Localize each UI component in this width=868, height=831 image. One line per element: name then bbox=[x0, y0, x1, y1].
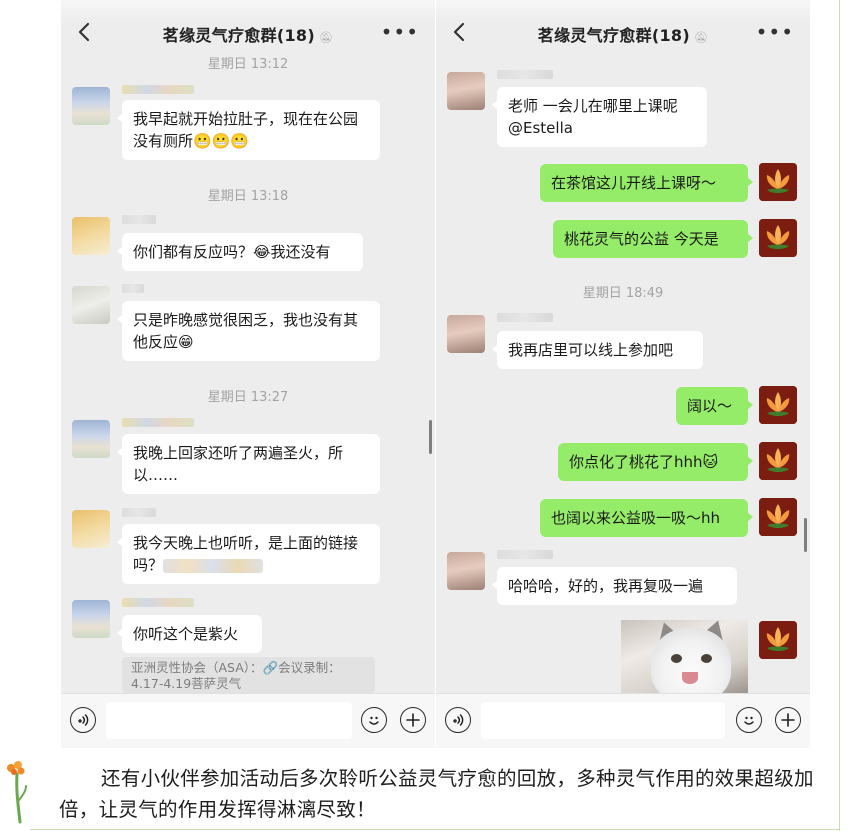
message-input[interactable] bbox=[106, 702, 352, 739]
frame-border-bottom bbox=[30, 829, 840, 830]
frame-border-right bbox=[839, 0, 840, 831]
cat-eye bbox=[701, 654, 712, 663]
chat-title: 茗缘灵气疗愈群(18) 🔕︎ bbox=[162, 26, 334, 45]
flower-decoration-icon bbox=[7, 761, 27, 824]
member-nickname-blurred bbox=[497, 313, 553, 322]
chat-screenshot-right: 茗缘灵气疗愈群(18) 🔕︎ ••• 老师 一会儿在哪里上课呢@Estella 在… bbox=[436, 0, 810, 748]
member-avatar[interactable] bbox=[447, 315, 485, 353]
lotus-avatar[interactable] bbox=[759, 219, 797, 257]
timestamp: 星期日 13:27 bbox=[207, 390, 289, 405]
plus-icon[interactable] bbox=[775, 707, 801, 733]
chat-title: 茗缘灵气疗愈群(18) 🔕︎ bbox=[537, 26, 709, 45]
timestamp: 星期日 13:12 bbox=[207, 57, 289, 72]
member-avatar[interactable] bbox=[72, 600, 110, 638]
lotus-avatar[interactable] bbox=[759, 163, 797, 201]
voice-icon[interactable] bbox=[445, 707, 471, 733]
message-bubble-outgoing[interactable]: 你点化了桃花了hhh🐱 bbox=[558, 443, 753, 481]
message-bubble-outgoing[interactable]: 阔以～ bbox=[676, 387, 753, 425]
cat-mouth bbox=[682, 672, 698, 684]
voice-icon[interactable] bbox=[70, 707, 96, 733]
message-bubble[interactable]: 哈哈哈，好的，我再复吸一遍 bbox=[492, 567, 737, 605]
input-bar bbox=[61, 693, 435, 748]
message-bubble-outgoing[interactable]: 也阔以来公益吸一吸～hh bbox=[540, 499, 753, 537]
bell-off-icon: 🔕︎ bbox=[693, 31, 709, 44]
blurred-link-text bbox=[163, 558, 264, 573]
member-avatar[interactable] bbox=[72, 286, 110, 324]
member-avatar[interactable] bbox=[72, 510, 110, 548]
message-bubble-outgoing[interactable]: 在茶馆这儿开线上课呀～ bbox=[540, 164, 753, 202]
member-nickname-blurred bbox=[497, 550, 553, 559]
timestamp: 星期日 18:49 bbox=[582, 286, 664, 301]
bell-off-icon: 🔕︎ bbox=[318, 31, 334, 44]
emoji-icon[interactable] bbox=[361, 707, 387, 733]
message-bubble[interactable]: 我晚上回家还听了两遍圣火，所以…… bbox=[117, 434, 380, 494]
member-nickname-blurred bbox=[122, 598, 194, 607]
input-bar bbox=[436, 693, 810, 748]
message-bubble-outgoing[interactable]: 桃花灵气的公益 今天是 bbox=[553, 220, 753, 258]
lotus-avatar[interactable] bbox=[759, 621, 797, 659]
message-input[interactable] bbox=[481, 702, 725, 739]
message-bubble[interactable]: 只是昨晚感觉很困乏，我也没有其他反应😁 bbox=[117, 301, 380, 361]
member-avatar[interactable] bbox=[447, 72, 485, 110]
scrollbar[interactable] bbox=[804, 518, 807, 552]
message-bubble[interactable]: 我再店里可以线上参加吧 bbox=[492, 331, 703, 369]
chat-screenshot-left: 茗缘灵气疗愈群(18) 🔕︎ ••• 星期日 13:12 我早起就开始拉肚子，现在… bbox=[61, 0, 435, 748]
quoted-message[interactable]: 亚洲灵性协会（ASA）：🔗会议录制：4.17-4.19菩萨灵气 bbox=[122, 657, 375, 693]
scrollbar[interactable] bbox=[429, 420, 432, 454]
lotus-avatar[interactable] bbox=[759, 386, 797, 424]
more-options-icon[interactable]: ••• bbox=[756, 20, 794, 44]
member-nickname-blurred bbox=[122, 85, 194, 94]
member-nickname-blurred bbox=[122, 418, 194, 427]
member-nickname-blurred bbox=[122, 284, 144, 293]
article-caption: 还有小伙伴参加活动后多次聆听公益灵气疗愈的回放，多种灵气作用的效果超级加倍，让灵… bbox=[59, 767, 814, 821]
message-bubble[interactable]: 我今天晚上也听听，是上面的链接吗？ bbox=[117, 524, 380, 584]
message-bubble[interactable]: 你们都有反应吗？😂我还没有 bbox=[117, 233, 363, 271]
member-nickname-blurred bbox=[497, 70, 553, 79]
message-bubble[interactable]: 老师 一会儿在哪里上课呢@Estella bbox=[492, 87, 707, 147]
member-nickname-blurred bbox=[122, 215, 156, 224]
more-options-icon[interactable]: ••• bbox=[381, 20, 419, 44]
emoji-icon[interactable] bbox=[736, 707, 762, 733]
message-bubble[interactable]: 你听这个是紫火 bbox=[117, 615, 262, 653]
member-avatar[interactable] bbox=[447, 552, 485, 590]
member-nickname-blurred bbox=[122, 508, 156, 517]
plus-icon[interactable] bbox=[400, 707, 426, 733]
cat-photo-message[interactable] bbox=[621, 620, 748, 693]
lotus-avatar[interactable] bbox=[759, 498, 797, 536]
member-avatar[interactable] bbox=[72, 217, 110, 255]
timestamp: 星期日 13:18 bbox=[207, 189, 289, 204]
cat-eye bbox=[671, 654, 682, 663]
message-bubble[interactable]: 我早起就开始拉肚子，现在在公园没有厕所😬😬😬 bbox=[117, 100, 380, 160]
lotus-avatar[interactable] bbox=[759, 442, 797, 480]
chat-header: 茗缘灵气疗愈群(18) 🔕︎ ••• bbox=[436, 0, 810, 62]
member-avatar[interactable] bbox=[72, 420, 110, 458]
member-avatar[interactable] bbox=[72, 87, 110, 125]
